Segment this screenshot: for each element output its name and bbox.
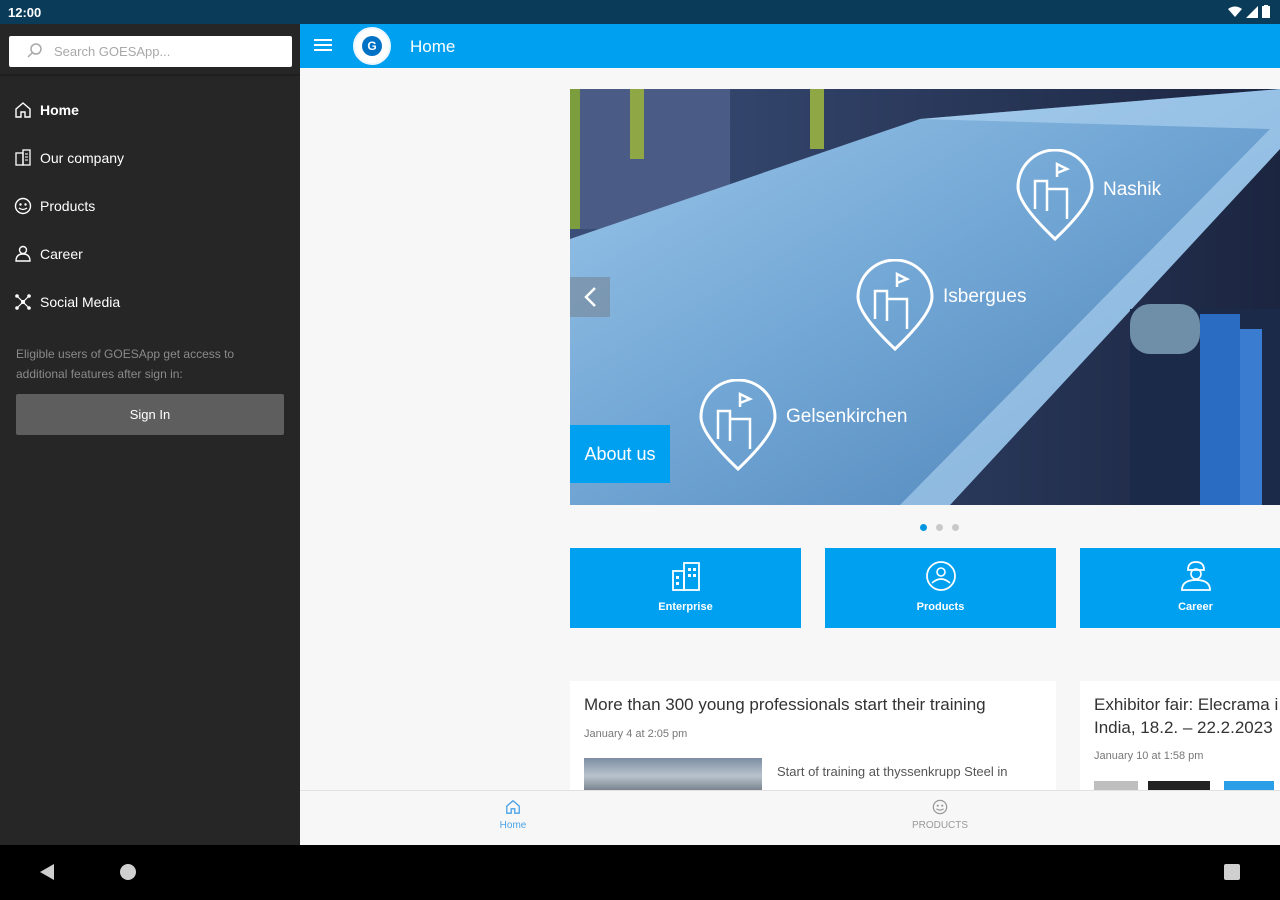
news-excerpt: Start of training at thyssenkrupp Steel … xyxy=(777,764,1008,779)
bottom-nav-home[interactable]: Home xyxy=(495,799,531,831)
news-date: January 4 at 2:05 pm xyxy=(584,728,688,740)
carousel-dot[interactable] xyxy=(920,524,927,531)
building-icon xyxy=(15,149,31,166)
back-icon[interactable] xyxy=(40,864,54,880)
drawer-item-label: Products xyxy=(40,198,96,214)
news-thumbnail xyxy=(1224,781,1274,790)
location-label: Isbergues xyxy=(943,286,1027,307)
drawer-item-label: Our company xyxy=(40,150,125,166)
news-title-line: India, 18.2. – 22.2.2023 xyxy=(1094,718,1273,737)
products-icon xyxy=(932,799,948,815)
recent-apps-icon[interactable] xyxy=(1224,864,1240,880)
location-label: Nashik xyxy=(1103,179,1162,200)
bottom-navigation: Home PRODUCTS xyxy=(300,790,1280,845)
drawer-item-products[interactable]: Products xyxy=(0,182,300,230)
news-card[interactable]: More than 300 young professionals start … xyxy=(570,681,1056,790)
signal-icon xyxy=(1246,5,1258,18)
carousel-indicators xyxy=(920,524,959,531)
system-navigation-bar xyxy=(0,845,1280,900)
quick-tiles: Enterprise Products Career xyxy=(570,548,1280,628)
bottom-nav-label: Home xyxy=(499,820,527,831)
tile-label: Products xyxy=(916,601,965,613)
news-title: More than 300 young professionals start … xyxy=(584,695,986,714)
sign-in-button[interactable]: Sign In xyxy=(16,394,284,435)
drawer-item-home[interactable]: Home xyxy=(0,86,300,134)
home-circle-icon[interactable] xyxy=(120,864,136,880)
tile-label: Enterprise xyxy=(658,601,713,613)
status-time: 12:00 xyxy=(8,5,42,20)
news-thumbnail xyxy=(1094,781,1138,790)
drawer-item-label: Home xyxy=(40,102,79,118)
bottom-nav-products[interactable]: PRODUCTS xyxy=(910,799,970,831)
signin-description: Eligible users of GOESApp get access to … xyxy=(16,347,235,381)
news-thumbnail xyxy=(584,758,762,790)
news-title: Exhibitor fair: Elecrama i India, 18.2. … xyxy=(1094,693,1278,739)
enterprise-icon xyxy=(671,562,700,591)
location-pin-isbergues[interactable]: Isbergues xyxy=(855,258,1026,356)
screen: 12:00 Search GOESApp... Home Our company xyxy=(0,0,1280,900)
news-date: January 10 at 1:58 pm xyxy=(1094,750,1204,762)
tile-enterprise[interactable]: Enterprise xyxy=(570,548,801,628)
status-bar: 12:00 xyxy=(0,0,1280,24)
about-us-button[interactable]: About us xyxy=(570,425,670,483)
search-icon xyxy=(27,43,42,58)
map-pin-icon xyxy=(856,258,934,352)
wifi-icon xyxy=(1228,6,1242,17)
news-thumbnail xyxy=(1148,781,1210,790)
tile-career[interactable]: Career xyxy=(1080,548,1280,628)
battery-icon xyxy=(1262,5,1270,18)
drawer-item-social-media[interactable]: Social Media xyxy=(0,278,300,326)
drawer-item-label: Career xyxy=(40,246,83,262)
career-icon xyxy=(15,245,31,262)
chevron-left-icon xyxy=(584,287,596,307)
social-media-icon xyxy=(15,294,31,310)
news-card[interactable]: Exhibitor fair: Elecrama i India, 18.2. … xyxy=(1080,681,1280,790)
bottom-nav-label: PRODUCTS xyxy=(911,820,969,831)
page-title: Home xyxy=(410,37,456,56)
search-placeholder: Search GOESApp... xyxy=(54,44,171,59)
hero-carousel[interactable]: Nashik Isbergues Gelsenkirchen About us xyxy=(570,89,1280,505)
drawer-item-our-company[interactable]: Our company xyxy=(0,134,300,182)
products-icon xyxy=(14,197,32,215)
drawer-item-career[interactable]: Career xyxy=(0,230,300,278)
location-pin-nashik[interactable]: Nashik xyxy=(1015,148,1161,246)
drawer-nav: Home Our company Products Career Social … xyxy=(0,86,300,326)
navigation-drawer: Search GOESApp... Home Our company Produ… xyxy=(0,24,300,845)
main-content: Nashik Isbergues Gelsenkirchen About us xyxy=(300,68,1280,790)
search-input[interactable]: Search GOESApp... xyxy=(9,36,292,67)
status-icons xyxy=(1228,5,1270,18)
location-pin-gelsenkirchen[interactable]: Gelsenkirchen xyxy=(698,378,907,476)
products-icon xyxy=(925,561,956,591)
app-logo: G xyxy=(353,27,391,65)
drawer-divider xyxy=(0,74,300,76)
location-label: Gelsenkirchen xyxy=(786,406,908,427)
app-bar: G Home xyxy=(300,24,1280,68)
carousel-dot[interactable] xyxy=(936,524,943,531)
map-pin-icon xyxy=(699,378,777,472)
drawer-item-label: Social Media xyxy=(40,294,121,310)
tile-products[interactable]: Products xyxy=(825,548,1056,628)
tile-label: Career xyxy=(1178,601,1213,613)
carousel-prev-button[interactable] xyxy=(570,277,610,317)
menu-icon[interactable] xyxy=(314,36,332,56)
news-title-line: Exhibitor fair: Elecrama i xyxy=(1094,695,1279,714)
carousel-dot[interactable] xyxy=(952,524,959,531)
logo-letter: G xyxy=(362,36,382,56)
home-icon xyxy=(15,102,31,118)
map-pin-icon xyxy=(1016,148,1094,242)
career-icon xyxy=(1180,561,1211,591)
home-icon xyxy=(506,799,520,814)
